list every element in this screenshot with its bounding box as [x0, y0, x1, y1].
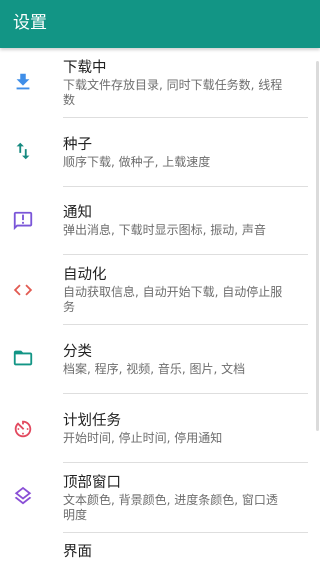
setting-title: 计划任务: [63, 413, 121, 429]
setting-summary: 弹出消息, 下载时显示图标, 振动, 声音: [63, 223, 266, 237]
setting-scheduler[interactable]: 计划任务 开始时间, 停止时间, 停用通知: [0, 394, 320, 463]
setting-interface[interactable]: 界面: [0, 533, 320, 573]
setting-notification[interactable]: 通知 弹出消息, 下载时显示图标, 振动, 声音: [0, 187, 320, 255]
setting-summary: 档案, 程序, 视频, 音乐, 图片, 文档: [63, 362, 246, 376]
setting-title: 下载中: [63, 60, 107, 76]
swap-vertical-icon: [12, 140, 34, 162]
setting-title: 种子: [63, 137, 92, 153]
setting-title: 通知: [63, 205, 92, 221]
setting-summary: 自动获取信息, 自动开始下载, 自动停止服 务: [63, 285, 283, 314]
setting-torrent[interactable]: 种子 顺序下载, 做种子, 上载速度: [0, 118, 320, 187]
setting-summary: 下载文件存放目录, 同时下载任务数, 线程 数: [63, 78, 283, 107]
settings-list: 下载中 下载文件存放目录, 同时下载任务数, 线程 数 种子 顺序下载, 做种子…: [0, 48, 320, 573]
setting-summary: 文本颜色, 背景颜色, 进度条颜色, 窗口透 明度: [63, 493, 278, 522]
download-icon: [12, 71, 34, 93]
layers-icon: [12, 485, 34, 507]
timer-icon: [12, 418, 34, 440]
setting-categories[interactable]: 分类 档案, 程序, 视频, 音乐, 图片, 文档: [0, 325, 320, 394]
setting-title: 分类: [63, 344, 92, 360]
setting-title: 界面: [63, 544, 92, 560]
page-title: 设置: [13, 13, 47, 33]
scrollbar-thumb[interactable]: [316, 61, 319, 431]
setting-automation[interactable]: 自动化 自动获取信息, 自动开始下载, 自动停止服 务: [0, 255, 320, 325]
app-bar: 设置: [0, 0, 320, 48]
setting-summary: 顺序下载, 做种子, 上载速度: [63, 155, 211, 169]
setting-title: 自动化: [63, 267, 107, 283]
setting-title: 顶部窗口: [63, 475, 121, 491]
notification-message-icon: [12, 210, 34, 232]
setting-downloading[interactable]: 下载中 下载文件存放目录, 同时下载任务数, 线程 数: [0, 48, 320, 118]
setting-summary: 开始时间, 停止时间, 停用通知: [63, 431, 223, 445]
code-brackets-icon: [12, 279, 34, 301]
folder-icon: [12, 347, 34, 369]
setting-top-window[interactable]: 顶部窗口 文本颜色, 背景颜色, 进度条颜色, 窗口透 明度: [0, 463, 320, 533]
